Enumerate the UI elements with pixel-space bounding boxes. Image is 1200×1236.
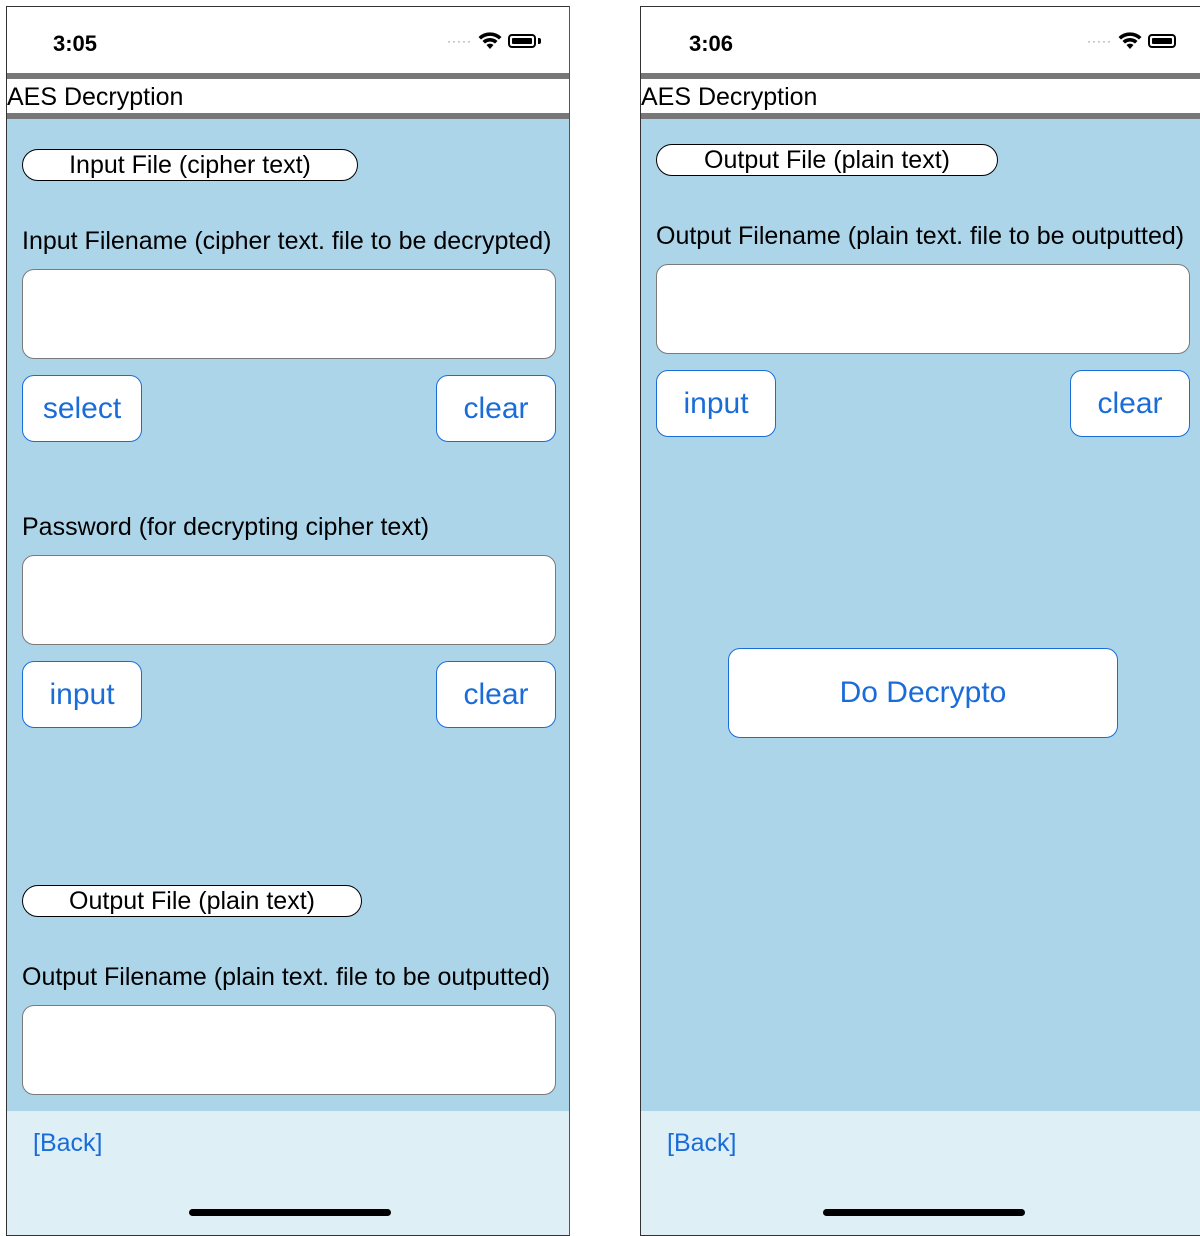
output-filename-label: Output Filename (plain text. file to be … <box>656 222 1185 250</box>
output-file-section-pill: Output File (plain text) <box>656 144 998 176</box>
header-bar: AES Decryption <box>641 79 1200 113</box>
signal-dots-icon: ····· <box>1087 34 1112 48</box>
home-indicator[interactable] <box>823 1209 1025 1216</box>
input-password-button[interactable]: input <box>22 661 142 728</box>
input-file-section-pill: Input File (cipher text) <box>22 149 358 181</box>
page-title: AES Decryption <box>641 83 818 111</box>
back-link[interactable]: [Back] <box>33 1129 102 1158</box>
main-content: Input File (cipher text) Input Filename … <box>7 119 569 1111</box>
output-file-section-pill: Output File (plain text) <box>22 885 362 917</box>
battery-icon <box>507 34 536 48</box>
wifi-icon <box>1118 32 1142 49</box>
battery-cap <box>537 38 541 44</box>
clear-password-button[interactable]: clear <box>436 661 556 728</box>
header-bar: AES Decryption <box>7 79 569 113</box>
output-filename-field[interactable] <box>22 1005 556 1095</box>
signal-dots-icon: ····· <box>447 34 472 48</box>
back-link[interactable]: [Back] <box>667 1129 736 1158</box>
select-button[interactable]: select <box>22 375 142 442</box>
output-filename-field[interactable] <box>656 264 1190 354</box>
left-screen: 3:05 ····· AES Decryption Input File (ci… <box>6 6 570 1236</box>
status-time: 3:05 <box>53 31 98 56</box>
wifi-icon <box>478 32 502 49</box>
password-label: Password (for decrypting cipher text) <box>22 513 430 541</box>
do-decrypto-button[interactable]: Do Decrypto <box>728 648 1118 738</box>
input-filename-label: Input Filename (cipher text. file to be … <box>22 227 552 255</box>
output-filename-label: Output Filename (plain text. file to be … <box>22 963 551 991</box>
status-time: 3:06 <box>689 31 734 56</box>
password-field[interactable] <box>22 555 556 645</box>
input-output-filename-button[interactable]: input <box>656 370 776 437</box>
footer-bar: [Back] <box>641 1111 1200 1235</box>
main-content: Output File (plain text) Output Filename… <box>641 119 1200 1111</box>
battery-icon <box>1147 34 1176 48</box>
status-icons: ····· <box>1087 31 1176 51</box>
input-filename-field[interactable] <box>22 269 556 359</box>
home-indicator[interactable] <box>189 1209 391 1216</box>
clear-input-filename-button[interactable]: clear <box>436 375 556 442</box>
status-icons: ····· <box>447 31 541 51</box>
status-bar: 3:06 ····· <box>641 7 1200 73</box>
page-title: AES Decryption <box>7 83 184 111</box>
right-screen: 3:06 ····· AES Decryption Output File (p… <box>640 6 1200 1236</box>
footer-bar: [Back] <box>7 1111 569 1235</box>
status-bar: 3:05 ····· <box>7 7 569 73</box>
clear-output-filename-button[interactable]: clear <box>1070 370 1190 437</box>
